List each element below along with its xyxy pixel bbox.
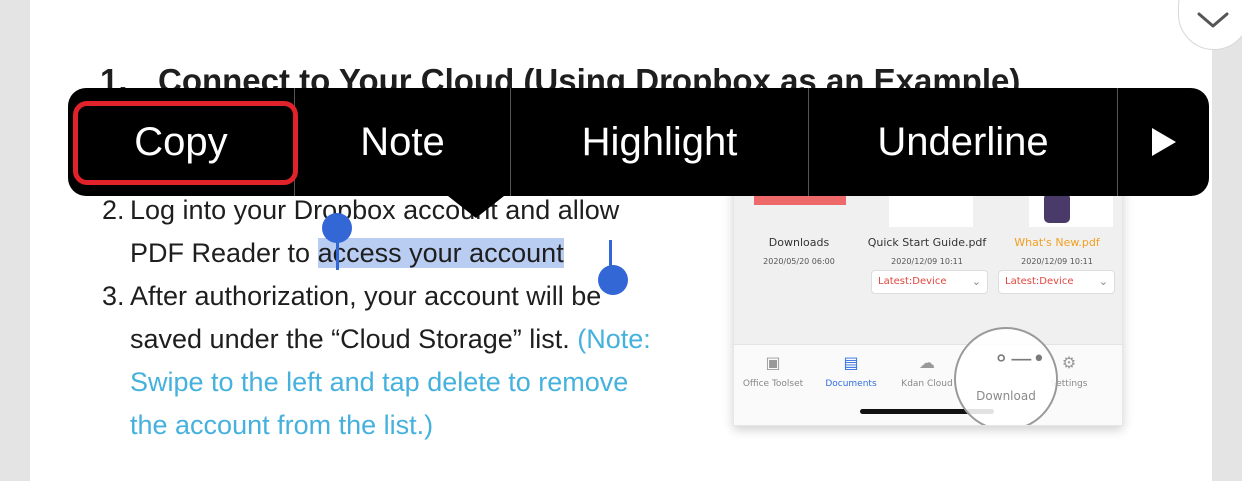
step3-text-2: saved under the “Cloud Storage” list. [130,324,578,354]
file-name: What's New.pdf [1014,236,1100,249]
phone-icon [1044,193,1070,223]
file-name: Quick Start Guide.pdf [867,236,987,249]
copy-highlight-box [73,101,298,185]
file-date: 2020/05/20 06:00 [763,257,835,266]
step3-line2: saved under the “Cloud Storage” list. (N… [130,322,651,356]
tab-download: Download [976,389,1036,403]
note-text-line2: Swipe to the left and tap delete to remo… [130,367,629,397]
app-screenshot-image: 33 Downloads Quick Start Guide.pdf What'… [733,180,1123,426]
step2-text-before: PDF Reader to [130,238,318,268]
chevron-down-icon: ⌄ [971,275,981,288]
version-dropdown: Latest:Device ⌄ [871,270,988,294]
selected-text[interactable]: access your account [317,238,564,268]
version-dropdown: Latest:Device ⌄ [998,270,1115,294]
download-link-icon: ⚬—• [992,347,1046,372]
step2-line2: PDF Reader to access your account [130,236,564,270]
step2-line1: 2. Log into your Dropbox account and allo… [102,193,619,227]
dropdown-value: Latest:Device [1005,276,1074,287]
step2-number: 2. [102,195,125,225]
note-text-line3: the account from the list.) [130,410,434,440]
step3-number: 3. [102,281,125,311]
menu-note[interactable]: Note [295,88,510,196]
step3-text: After authorization, your account will b… [130,281,602,311]
magnified-download-tab: ⚬—• Download [954,327,1058,425]
note-text-start: (Note: [577,324,651,354]
selection-start-bar [336,236,339,270]
chevron-down-icon: ⌄ [1098,275,1108,288]
menu-highlight[interactable]: Highlight [511,88,808,196]
file-grid: 33 Downloads Quick Start Guide.pdf What'… [734,181,1122,344]
chevron-down-icon [1197,12,1229,28]
step3-line1: 3. After authorization, your account will… [102,279,601,313]
dropdown-value: Latest:Device [878,276,947,287]
step2-text: Log into your Dropbox account and allow [130,195,620,225]
menu-more-button[interactable] [1118,88,1209,196]
play-triangle-icon [1151,128,1176,156]
file-name: Downloads [768,236,830,249]
menu-pointer [448,196,504,218]
selection-end-handle[interactable] [598,265,628,295]
file-date: 2020/12/09 10:11 [891,257,963,266]
menu-underline[interactable]: Underline [809,88,1117,196]
file-date: 2020/12/09 10:11 [1021,257,1093,266]
